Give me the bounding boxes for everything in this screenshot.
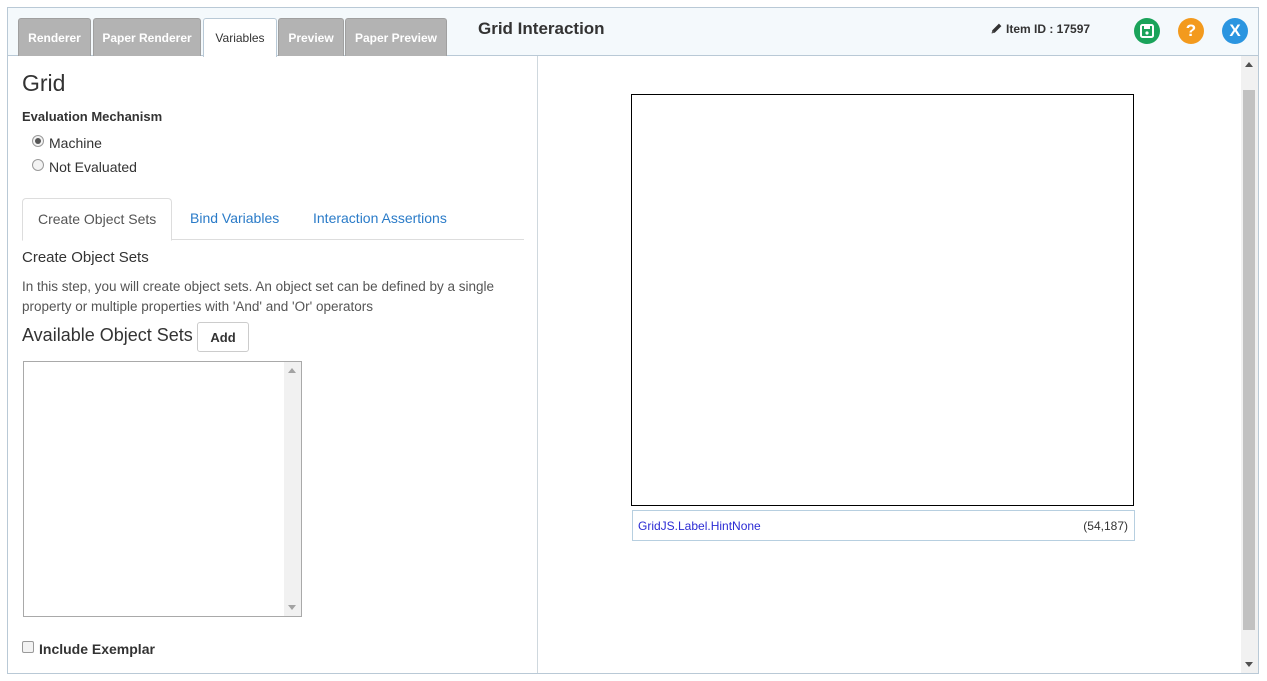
grid-canvas[interactable] bbox=[631, 94, 1134, 506]
tab-variables[interactable]: Variables bbox=[203, 18, 277, 57]
subtab-interaction-assertions[interactable]: Interaction Assertions bbox=[298, 198, 462, 240]
hint-bar: GridJS.Label.HintNone (54,187) bbox=[632, 510, 1135, 541]
add-button[interactable]: Add bbox=[197, 322, 249, 352]
hint-label: GridJS.Label.HintNone bbox=[638, 519, 761, 533]
help-button[interactable]: ? bbox=[1178, 18, 1204, 44]
question-icon: ? bbox=[1185, 21, 1197, 40]
tab-renderer[interactable]: Renderer bbox=[18, 18, 91, 56]
evaluation-mechanism-label: Evaluation Mechanism bbox=[22, 109, 163, 124]
app-window: Renderer Paper Renderer Variables Previe… bbox=[7, 7, 1259, 674]
coordinate-readout: (54,187) bbox=[1083, 519, 1128, 533]
section-title: Create Object Sets bbox=[22, 249, 149, 266]
object-sets-list[interactable] bbox=[23, 361, 302, 617]
close-button[interactable]: X bbox=[1222, 18, 1248, 44]
include-exemplar[interactable]: Include Exemplar bbox=[22, 641, 155, 657]
tab-paper-renderer[interactable]: Paper Renderer bbox=[93, 18, 201, 56]
x-icon: X bbox=[1229, 21, 1241, 40]
scroll-down-icon[interactable] bbox=[288, 605, 296, 610]
radio-label: Machine bbox=[49, 135, 102, 151]
preview-panel: GridJS.Label.HintNone (54,187) bbox=[539, 56, 1258, 673]
item-id-label: Item ID : 17597 bbox=[1006, 22, 1091, 36]
subtab-bar: Create Object Sets Bind Variables Intera… bbox=[22, 198, 524, 241]
left-panel: Grid Evaluation Mechanism Machine Not Ev… bbox=[8, 56, 538, 673]
scroll-down-icon[interactable] bbox=[1245, 662, 1253, 667]
subtab-bind-variables[interactable]: Bind Variables bbox=[175, 198, 294, 240]
tab-paper-preview[interactable]: Paper Preview bbox=[345, 18, 447, 56]
scroll-up-icon[interactable] bbox=[288, 368, 296, 373]
radio-not-evaluated[interactable]: Not Evaluated bbox=[32, 159, 137, 175]
scroll-up-icon[interactable] bbox=[1245, 62, 1253, 67]
tab-preview[interactable]: Preview bbox=[278, 18, 344, 56]
header-bar: Renderer Paper Renderer Variables Previe… bbox=[8, 8, 1258, 57]
panel-title: Grid bbox=[22, 70, 66, 96]
radio-machine[interactable]: Machine bbox=[32, 135, 102, 151]
radio-label: Not Evaluated bbox=[49, 159, 137, 175]
radio-button[interactable] bbox=[32, 159, 44, 171]
pencil-icon bbox=[991, 23, 1002, 34]
floppy-disk-icon bbox=[1140, 24, 1154, 38]
subtab-create-object-sets[interactable]: Create Object Sets bbox=[22, 198, 173, 241]
available-object-sets-title: Available Object Sets bbox=[22, 325, 193, 345]
page-title: Grid Interaction bbox=[478, 19, 605, 38]
item-id: Item ID : 17597 bbox=[990, 22, 1090, 36]
save-button[interactable] bbox=[1134, 18, 1160, 44]
list-scrollbar[interactable] bbox=[284, 362, 301, 616]
section-description: In this step, you will create object set… bbox=[22, 279, 495, 314]
include-exemplar-label: Include Exemplar bbox=[39, 641, 155, 657]
radio-button[interactable] bbox=[32, 135, 44, 147]
include-exemplar-checkbox[interactable] bbox=[22, 641, 34, 653]
vertical-scrollbar[interactable] bbox=[1241, 56, 1258, 673]
scrollbar-thumb[interactable] bbox=[1243, 90, 1255, 630]
